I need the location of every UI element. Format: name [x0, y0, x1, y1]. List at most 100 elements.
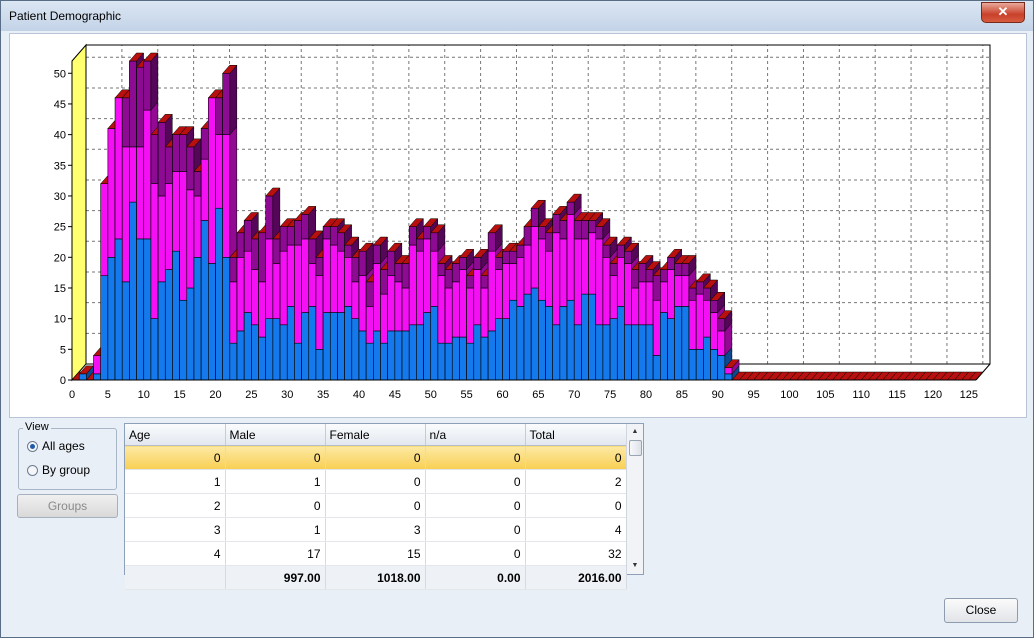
- bar-male: [616, 306, 625, 381]
- cell-female: 0: [325, 469, 426, 494]
- bar-na: [717, 318, 726, 332]
- bar-na: [459, 257, 467, 270]
- bar-na: [380, 269, 388, 295]
- column-header-total[interactable]: Total: [525, 424, 627, 446]
- bar-female: [480, 287, 489, 338]
- bar-na: [609, 263, 618, 277]
- radio-selected-icon[interactable]: [27, 440, 38, 452]
- cell-male: 0: [225, 445, 326, 470]
- window-close-icon[interactable]: ✕: [981, 2, 1025, 23]
- bar-male: [380, 342, 388, 381]
- bar-male: [286, 306, 295, 381]
- table-row[interactable]: 1 1 0 0 2: [125, 469, 627, 494]
- groups-button[interactable]: Groups: [17, 494, 118, 518]
- view-group: View All ages By group: [18, 421, 117, 490]
- bar-na: [129, 60, 137, 148]
- bar-na: [545, 232, 553, 252]
- bar-na: [416, 238, 424, 252]
- bar-female: [286, 244, 295, 307]
- bar-female: [164, 183, 173, 270]
- bar-female: [538, 238, 546, 301]
- bar-female: [495, 269, 503, 319]
- bar-female: [265, 238, 274, 319]
- bar-female: [258, 281, 267, 338]
- table-row[interactable]: 2 0 0 0 0: [125, 493, 627, 518]
- bar-male: [423, 312, 432, 381]
- x-tick-label: 85: [676, 389, 688, 401]
- bar-male: [215, 207, 223, 381]
- bar-male: [265, 318, 274, 381]
- bar-male: [530, 287, 539, 381]
- bar-female: [208, 97, 216, 264]
- bar-male: [100, 275, 109, 381]
- bar-female: [588, 232, 597, 295]
- bar-na: [157, 122, 166, 197]
- bar-male: [495, 318, 503, 381]
- column-header-age[interactable]: Age: [125, 424, 226, 446]
- bar-na: [660, 269, 668, 283]
- bar-na: [473, 257, 482, 270]
- total-age: [125, 565, 226, 590]
- bar-female: [509, 263, 518, 301]
- table-scrollbar[interactable]: ▲ ▼: [626, 424, 643, 574]
- bar-female: [157, 195, 166, 283]
- table-row[interactable]: 4 17 15 0 32: [125, 541, 627, 566]
- bar-male: [294, 342, 302, 381]
- bar-female: [559, 238, 568, 307]
- bar-female: [380, 293, 388, 344]
- bar-female: [459, 269, 467, 338]
- table-row[interactable]: 0 0 0 0 0: [125, 445, 627, 470]
- bar-na: [150, 134, 159, 184]
- bar-na: [502, 250, 510, 264]
- x-tick-label: 75: [604, 389, 616, 401]
- x-tick-label: 45: [389, 389, 401, 401]
- bar-na: [695, 281, 704, 295]
- column-header-male[interactable]: Male: [225, 424, 326, 446]
- radio-by-group[interactable]: By group: [27, 462, 90, 478]
- close-button[interactable]: Close: [944, 598, 1018, 623]
- bar-male: [667, 318, 675, 381]
- bar-male: [688, 349, 697, 381]
- view-group-label: View: [23, 421, 51, 433]
- total-total: 2016.00: [525, 565, 627, 590]
- bar-female: [387, 275, 396, 332]
- bar-female: [251, 269, 259, 326]
- patient-demographic-window: Patient Demographic ✕ 0 5 10 15 20 25 30 35 40 45…: [0, 0, 1034, 638]
- bar-na: [387, 250, 396, 277]
- scroll-up-icon[interactable]: ▲: [627, 425, 643, 439]
- bar-male: [222, 257, 231, 381]
- bar-female: [430, 250, 439, 307]
- column-header-female[interactable]: Female: [325, 424, 426, 446]
- bar-male: [200, 220, 209, 381]
- bar-female-side: [229, 125, 238, 258]
- bar-na: [437, 263, 446, 277]
- bar-na: [480, 275, 489, 289]
- column-header-na[interactable]: n/a: [425, 424, 526, 446]
- bar-male: [502, 318, 510, 381]
- bar-female: [609, 275, 618, 319]
- bar-male: [337, 312, 345, 381]
- bar-male: [329, 312, 338, 381]
- bar-na: [251, 238, 259, 270]
- bar-na: [559, 220, 568, 240]
- bar-na: [401, 263, 410, 289]
- bar-female: [329, 244, 338, 313]
- bar-female: [667, 269, 675, 319]
- x-tick-label: 20: [209, 389, 221, 401]
- bar-male: [573, 324, 582, 381]
- radio-all-ages[interactable]: All ages: [27, 438, 85, 454]
- table-row[interactable]: 3 1 3 0 4: [125, 517, 627, 542]
- bar-na: [365, 281, 374, 307]
- bar-female: [473, 269, 482, 326]
- bar-male: [179, 299, 188, 381]
- bar-male: [308, 306, 317, 381]
- radio-unselected-icon[interactable]: [27, 464, 38, 476]
- scroll-down-icon[interactable]: ▼: [627, 559, 643, 573]
- bar-na: [538, 226, 546, 240]
- bar-na: [710, 299, 719, 313]
- bar-na: [602, 244, 611, 258]
- bar-female: [107, 128, 116, 258]
- scroll-thumb[interactable]: [629, 440, 642, 456]
- bar-female: [688, 299, 697, 350]
- bar-male: [272, 318, 281, 381]
